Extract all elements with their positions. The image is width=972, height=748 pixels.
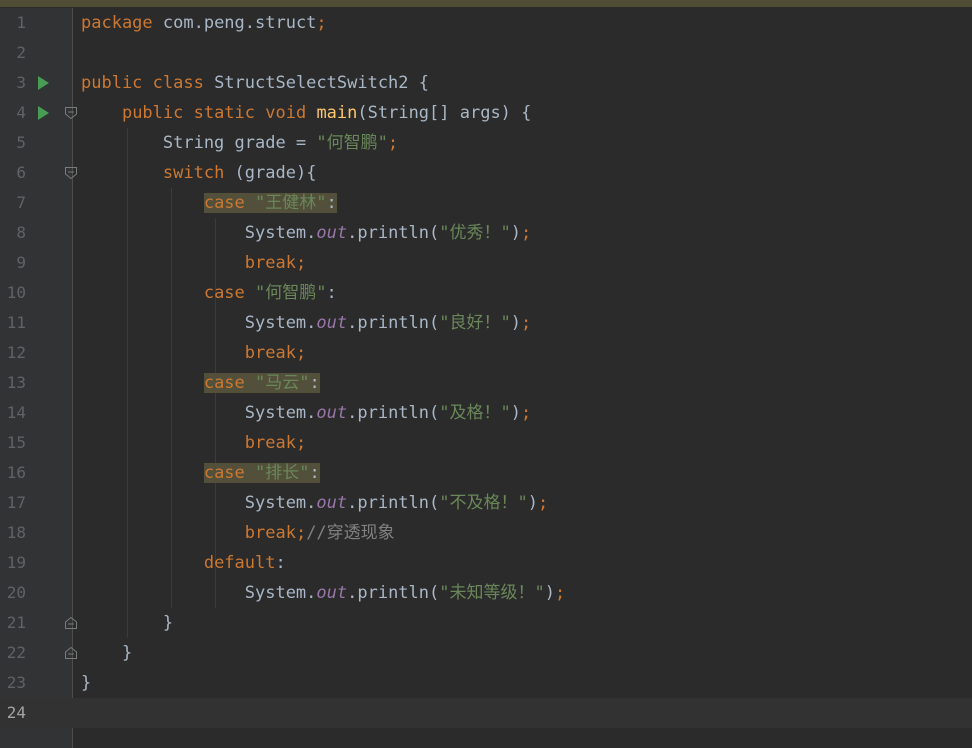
code-line[interactable]: 18 break;//穿透现象 — [0, 518, 972, 548]
code-text[interactable]: case "王健林": — [81, 188, 337, 218]
code-line[interactable]: 8 System.out.println("优秀！"); — [0, 218, 972, 248]
fold-open-icon[interactable] — [65, 167, 77, 179]
code-line[interactable]: 24 — [0, 698, 972, 728]
fold-open-icon[interactable] — [65, 107, 77, 119]
code-line[interactable]: 1 package com.peng.struct; — [0, 8, 972, 38]
code-line[interactable]: 4 public static void main(String[] args)… — [0, 98, 972, 128]
code-text[interactable]: case "何智鹏": — [81, 278, 337, 308]
code-text[interactable]: System.out.println("不及格！"); — [81, 488, 548, 518]
code-text[interactable]: } — [81, 638, 132, 668]
code-line[interactable]: 12 break; — [0, 338, 972, 368]
code-line[interactable]: 2 — [0, 38, 972, 68]
line-number: 9 — [16, 253, 26, 272]
code-line[interactable]: 21 } — [0, 608, 972, 638]
code-text[interactable]: System.out.println("及格！"); — [81, 398, 531, 428]
line-number: 14 — [6, 403, 26, 422]
code-text[interactable]: } — [81, 668, 91, 698]
code-text[interactable]: } — [81, 608, 173, 638]
editor-tab-strip — [0, 0, 972, 7]
line-number: 5 — [16, 133, 26, 152]
line-number: 4 — [16, 103, 26, 122]
code-text[interactable]: switch (grade){ — [81, 158, 317, 188]
line-number: 21 — [6, 613, 26, 632]
fold-close-icon[interactable] — [65, 617, 77, 629]
code-line[interactable]: 6 switch (grade){ — [0, 158, 972, 188]
line-number: 11 — [6, 313, 26, 332]
code-text[interactable]: case "排长": — [81, 458, 320, 488]
line-number: 1 — [16, 13, 26, 32]
line-number: 24 — [6, 703, 26, 722]
line-number: 20 — [6, 583, 26, 602]
code-line[interactable]: 20 System.out.println("未知等级！"); — [0, 578, 972, 608]
line-number: 6 — [16, 163, 26, 182]
code-line[interactable]: 15 break; — [0, 428, 972, 458]
code-line[interactable]: 11 System.out.println("良好！"); — [0, 308, 972, 338]
code-text[interactable]: System.out.println("未知等级！"); — [81, 578, 565, 608]
code-text[interactable]: System.out.println("良好！"); — [81, 308, 531, 338]
line-number: 2 — [16, 43, 26, 62]
code-line[interactable]: 9 break; — [0, 248, 972, 278]
line-number: 8 — [16, 223, 26, 242]
line-number: 16 — [6, 463, 26, 482]
code-text[interactable]: break; — [81, 338, 306, 368]
code-text[interactable]: case "马云": — [81, 368, 320, 398]
code-editor[interactable]: 1 package com.peng.struct; 2 3 public class … — [0, 0, 972, 748]
code-text[interactable]: public class StructSelectSwitch2 { — [81, 68, 429, 98]
run-gutter-icon[interactable] — [38, 106, 49, 120]
line-number: 22 — [6, 643, 26, 662]
code-text[interactable]: break; — [81, 248, 306, 278]
code-line[interactable]: 17 System.out.println("不及格！"); — [0, 488, 972, 518]
code-line[interactable]: 3 public class StructSelectSwitch2 { — [0, 68, 972, 98]
line-number: 7 — [16, 193, 26, 212]
line-number: 15 — [6, 433, 26, 452]
code-text[interactable]: break;//穿透现象 — [81, 518, 395, 548]
line-number: 13 — [6, 373, 26, 392]
line-number: 17 — [6, 493, 26, 512]
code-text[interactable]: public static void main(String[] args) { — [81, 98, 531, 128]
run-gutter-icon[interactable] — [38, 76, 49, 90]
line-number: 19 — [6, 553, 26, 572]
line-number: 3 — [16, 73, 26, 92]
fold-close-icon[interactable] — [65, 647, 77, 659]
line-number: 10 — [6, 283, 26, 302]
code-text[interactable]: System.out.println("优秀！"); — [81, 218, 531, 248]
code-line[interactable]: 14 System.out.println("及格！"); — [0, 398, 972, 428]
code-text[interactable]: break; — [81, 428, 306, 458]
code-text[interactable]: package com.peng.struct; — [81, 8, 327, 38]
code-line[interactable]: 19 default: — [0, 548, 972, 578]
code-line[interactable]: 16 case "排长": — [0, 458, 972, 488]
code-line[interactable]: 23} — [0, 668, 972, 698]
code-text[interactable]: String grade = "何智鹏"; — [81, 128, 398, 158]
code-line[interactable]: 10 case "何智鹏": — [0, 278, 972, 308]
code-line[interactable]: 13 case "马云": — [0, 368, 972, 398]
line-number: 18 — [6, 523, 26, 542]
code-line[interactable]: 5 String grade = "何智鹏"; — [0, 128, 972, 158]
code-line[interactable]: 7 case "王健林": — [0, 188, 972, 218]
code-text[interactable]: default: — [81, 548, 286, 578]
line-number: 12 — [6, 343, 26, 362]
code-line[interactable]: 22 } — [0, 638, 972, 668]
line-number: 23 — [6, 673, 26, 692]
